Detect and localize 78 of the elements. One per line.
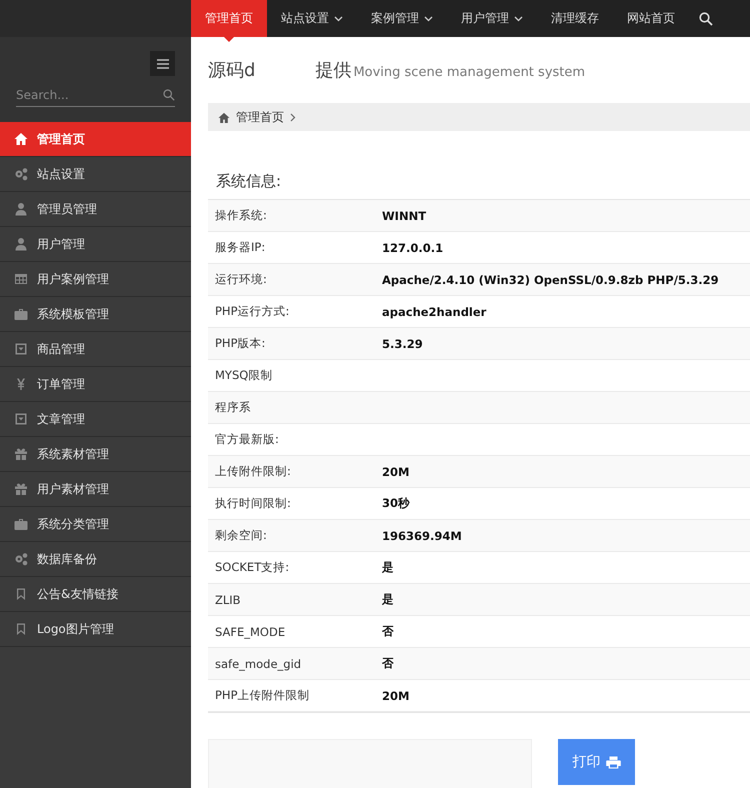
home-icon [14, 132, 28, 146]
info-label: PHP上传附件限制 [214, 688, 311, 703]
info-label: PHP版本: [214, 336, 266, 351]
table-icon [14, 272, 28, 286]
briefcase-icon [14, 307, 28, 321]
info-value: 是 [382, 592, 394, 607]
info-value: 是 [382, 560, 394, 575]
sidebar-item[interactable]: 管理员管理 [0, 192, 191, 227]
printer-icon [606, 756, 620, 768]
sidebar-item[interactable]: 公告&友情链接 [0, 577, 191, 612]
breadcrumb-link[interactable]: 管理首页 [236, 108, 284, 126]
sidebar-item[interactable]: 系统分类管理 [0, 507, 191, 542]
sidebar-item[interactable]: 订单管理 [0, 367, 191, 402]
info-label: 操作系统: [214, 208, 268, 223]
pointer-marker [224, 37, 234, 42]
info-value: 5.3.29 [382, 336, 423, 350]
nav-tab[interactable]: 案例管理 [357, 0, 447, 37]
page-title: 源码d [208, 59, 256, 82]
info-label: PHP运行方式: [214, 304, 290, 319]
section-title: 系统信息: [215, 171, 282, 191]
search-field[interactable]: Search... [16, 84, 163, 106]
info-value: Apache/2.4.10 (Win32) OpenSSL/0.9.8zb PHP/5.3.29 [382, 272, 719, 286]
info-value: 196369.94M [382, 528, 462, 542]
briefcase-icon [14, 517, 28, 531]
info-label: 程序系 [214, 400, 252, 415]
info-value: 20M [382, 688, 410, 702]
nav-tab[interactable]: 站点设置 [267, 0, 357, 37]
sidebar-item[interactable]: 系统素材管理 [0, 437, 191, 472]
info-label: 运行环境: [214, 272, 268, 287]
gears-icon [14, 552, 28, 566]
nav-tab[interactable]: 清理缓存 [537, 0, 613, 37]
info-label: ZLIB [214, 592, 242, 606]
sidebar-item[interactable]: Logo图片管理 [0, 612, 191, 647]
info-label: 执行时间限制: [214, 496, 292, 511]
yen-icon [14, 377, 28, 391]
bookmark-icon [14, 587, 28, 601]
sidebar-item[interactable]: 用户案例管理 [0, 262, 191, 297]
nav-tab[interactable]: 用户管理 [447, 0, 537, 37]
info-label: SAFE_MODE [214, 624, 286, 638]
home-icon [218, 112, 230, 122]
search-icon[interactable] [699, 12, 713, 26]
info-label: 剩余空间: [214, 528, 268, 543]
sidebar-item[interactable]: 系统模板管理 [0, 297, 191, 332]
gift-icon [14, 482, 28, 496]
sidebar-item[interactable]: 数据库备份 [0, 542, 191, 577]
info-label: 官方最新版: [214, 432, 280, 447]
info-value: WINNT [382, 208, 426, 222]
gift-icon [14, 447, 28, 461]
sidebar-item[interactable]: 用户素材管理 [0, 472, 191, 507]
info-label: MYSQ限制 [214, 368, 274, 383]
menu-button[interactable] [150, 51, 175, 76]
info-value: 127.0.0.1 [382, 240, 444, 254]
menu-icon [156, 58, 170, 70]
chevron-icon [290, 112, 296, 122]
dropdown-box-icon [14, 342, 28, 356]
info-value: 20M [382, 464, 410, 478]
user-icon [14, 237, 28, 251]
info-value: 否 [382, 624, 394, 639]
info-label: safe_mode_gid [214, 656, 302, 670]
info-label: SOCKET支持: [214, 560, 290, 575]
info-value: 30秒 [382, 496, 410, 511]
info-value: apache2handler [382, 304, 486, 318]
page-subtitle: Moving scene management system [353, 65, 586, 80]
user-icon [14, 202, 28, 216]
dropdown-box-icon [14, 412, 28, 426]
bookmark-icon [14, 622, 28, 636]
info-label: 服务器IP: [214, 240, 266, 255]
info-value: 否 [382, 656, 394, 671]
gears-icon [14, 167, 28, 181]
sidebar-item[interactable]: 站点设置 [0, 157, 191, 192]
sidebar-item[interactable]: 用户管理 [0, 227, 191, 262]
sidebar-item[interactable]: 商品管理 [0, 332, 191, 367]
nav-tab[interactable]: 网站首页 [613, 0, 689, 37]
nav-tab[interactable]: 管理首页 [191, 0, 267, 37]
sidebar-item[interactable]: 管理首页 [0, 122, 191, 157]
page-title: 提供 [315, 59, 352, 82]
info-label: 上传附件限制: [214, 464, 292, 479]
sidebar-item[interactable]: 文章管理 [0, 402, 191, 437]
